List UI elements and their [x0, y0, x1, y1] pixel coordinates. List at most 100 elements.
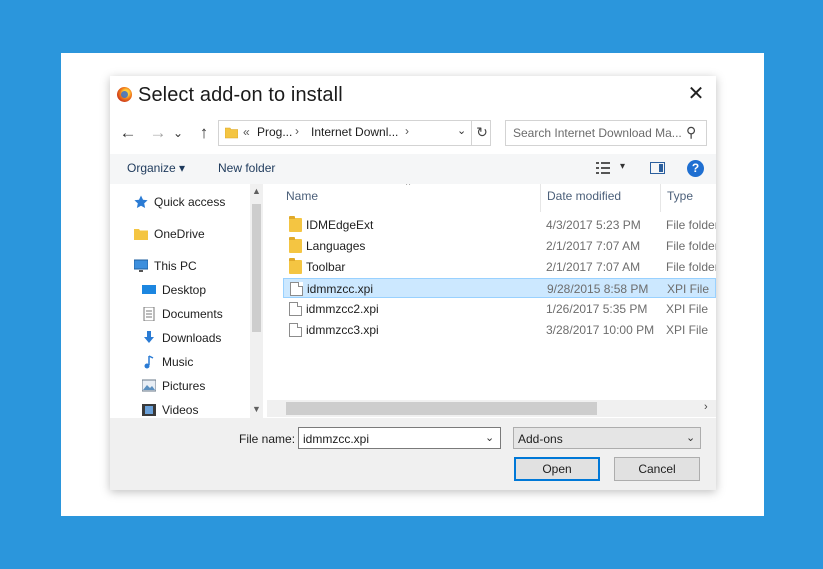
- folder-icon: [289, 258, 302, 274]
- desktop-icon: [142, 285, 156, 294]
- dialog-title: Select add-on to install: [138, 84, 343, 106]
- sidebar-item-label: OneDrive: [154, 227, 205, 241]
- scroll-down-icon[interactable]: ▼: [250, 404, 263, 414]
- forward-button[interactable]: →: [148, 120, 168, 146]
- star-icon: [134, 195, 148, 208]
- file-list: ^ Name Date modified Type IDMEdgeExt 4/3…: [267, 184, 716, 420]
- file-name-label: File name:: [239, 432, 296, 446]
- file-type-value: Add-ons: [518, 432, 563, 446]
- pictures-icon: [142, 379, 156, 392]
- file-name-value: idmmzcc.xpi: [303, 432, 370, 446]
- file-date: 2/1/2017 7:07 AM: [546, 260, 641, 274]
- sort-ascending-icon: ^: [406, 184, 411, 190]
- scroll-up-icon[interactable]: ▲: [250, 186, 263, 196]
- cancel-button[interactable]: Cancel: [614, 457, 700, 481]
- file-name: Languages: [306, 239, 366, 253]
- sidebar-item-label: Pictures: [162, 379, 206, 393]
- file-name: Toolbar: [306, 260, 346, 274]
- scrollbar-thumb[interactable]: [286, 402, 597, 415]
- preview-pane-icon[interactable]: [650, 162, 665, 174]
- file-row-languages[interactable]: Languages 2/1/2017 7:07 AM File folder: [283, 236, 716, 256]
- file-row-idmmzcc-selected[interactable]: idmmzcc.xpi 9/28/2015 8:58 PM XPI File: [283, 278, 716, 298]
- file-row-idmedgeext[interactable]: IDMEdgeExt 4/3/2017 5:23 PM File folder: [283, 215, 716, 235]
- command-bar: Organize ▾ New folder ▾ ?: [110, 154, 716, 184]
- file-type: XPI File: [667, 282, 710, 296]
- back-button[interactable]: ←: [118, 120, 138, 146]
- scroll-right-icon[interactable]: ›: [704, 401, 708, 413]
- file-icon: [289, 323, 302, 337]
- chevron-down-icon[interactable]: ⌄: [457, 124, 466, 137]
- up-button[interactable]: ↑: [194, 120, 214, 146]
- file-row-toolbar[interactable]: Toolbar 2/1/2017 7:07 AM File folder: [283, 257, 716, 277]
- column-divider[interactable]: [540, 184, 541, 212]
- file-type: XPI File: [666, 302, 709, 316]
- dialog-footer: File name: idmmzcc.xpi ⌄ Add-ons ⌄ Open …: [110, 418, 716, 490]
- sidebar-item-label: Videos: [162, 403, 199, 417]
- navigation-pane-scrollbar[interactable]: ▲ ▼: [250, 184, 263, 418]
- music-icon: [144, 355, 154, 369]
- folder-icon: [289, 216, 302, 232]
- scrollbar-thumb[interactable]: [252, 204, 261, 332]
- recent-locations-button[interactable]: ⌄: [171, 120, 185, 146]
- file-icon: [289, 302, 302, 316]
- file-date: 9/28/2015 8:58 PM: [547, 282, 649, 296]
- file-name: idmmzcc3.xpi: [306, 323, 379, 337]
- file-type: File folder: [666, 218, 716, 232]
- breadcrumb-separator[interactable]: ›: [405, 124, 409, 138]
- view-options-icon[interactable]: [596, 162, 610, 174]
- sidebar-item-label: Music: [162, 355, 194, 369]
- help-icon[interactable]: ?: [687, 160, 704, 177]
- folder-icon: [225, 127, 238, 139]
- refresh-button[interactable]: ↻: [471, 121, 492, 145]
- documents-icon: [143, 307, 155, 321]
- title-bar: Select add-on to install ✕: [110, 76, 716, 114]
- file-row-idmmzcc3[interactable]: idmmzcc3.xpi 3/28/2017 10:00 PM XPI File: [283, 320, 716, 340]
- address-bar[interactable]: « Prog... › Internet Downl... › ⌄ ↻: [218, 120, 491, 146]
- file-date: 3/28/2017 10:00 PM: [546, 323, 655, 337]
- file-date: 4/3/2017 5:23 PM: [546, 218, 641, 232]
- file-name: idmmzcc.xpi: [307, 282, 374, 296]
- file-icon: [290, 282, 303, 296]
- navigation-pane: Quick access OneDrive This PC Desktop Do…: [110, 184, 262, 418]
- column-divider[interactable]: [660, 184, 661, 212]
- folder-icon: [134, 229, 148, 240]
- search-input[interactable]: Search Internet Download Ma... ⚲: [505, 120, 707, 146]
- file-type-select[interactable]: Add-ons ⌄: [513, 427, 701, 449]
- breadcrumb-program-files[interactable]: Prog...: [257, 125, 292, 139]
- computer-icon: [134, 259, 148, 272]
- column-header-date-modified[interactable]: Date modified: [547, 189, 621, 203]
- breadcrumb-separator[interactable]: ›: [295, 124, 299, 138]
- chevron-down-icon[interactable]: ⌄: [485, 431, 494, 444]
- file-date: 1/26/2017 5:35 PM: [546, 302, 648, 316]
- firefox-icon: [117, 87, 132, 102]
- breadcrumb-overflow[interactable]: «: [243, 125, 250, 139]
- search-icon: ⚲: [686, 124, 697, 140]
- file-list-horizontal-scrollbar[interactable]: ›: [267, 400, 716, 417]
- view-dropdown-icon[interactable]: ▾: [620, 161, 625, 172]
- column-header-type[interactable]: Type: [667, 189, 693, 203]
- open-button[interactable]: Open: [514, 457, 600, 481]
- sidebar-item-label: Quick access: [154, 195, 226, 209]
- breadcrumb-internet-download-manager[interactable]: Internet Downl...: [311, 125, 398, 139]
- file-type: XPI File: [666, 323, 709, 337]
- file-type: File folder: [666, 260, 716, 274]
- sidebar-item-label: Documents: [162, 307, 223, 321]
- sidebar-item-label: Desktop: [162, 283, 207, 297]
- file-date: 2/1/2017 7:07 AM: [546, 239, 641, 253]
- sidebar-item-label: This PC: [154, 259, 197, 273]
- file-name: IDMEdgeExt: [306, 218, 374, 232]
- file-name: idmmzcc2.xpi: [306, 302, 379, 316]
- chevron-down-icon: ⌄: [686, 432, 696, 444]
- file-type: File folder: [666, 239, 716, 253]
- new-folder-button[interactable]: New folder: [218, 161, 275, 175]
- search-placeholder: Search Internet Download Ma...: [513, 126, 682, 140]
- close-button[interactable]: ✕: [684, 82, 708, 106]
- file-row-idmmzcc2[interactable]: idmmzcc2.xpi 1/26/2017 5:35 PM XPI File: [283, 299, 716, 319]
- file-open-dialog: Select add-on to install ✕ ← → ⌄ ↑ « Pro…: [110, 76, 716, 490]
- videos-icon: [142, 404, 156, 416]
- file-name-input[interactable]: idmmzcc.xpi ⌄: [298, 427, 501, 449]
- column-header-name[interactable]: Name: [286, 189, 318, 203]
- sidebar-item-label: Downloads: [162, 331, 222, 345]
- organize-button[interactable]: Organize ▾: [127, 161, 185, 175]
- downloads-icon: [144, 331, 154, 343]
